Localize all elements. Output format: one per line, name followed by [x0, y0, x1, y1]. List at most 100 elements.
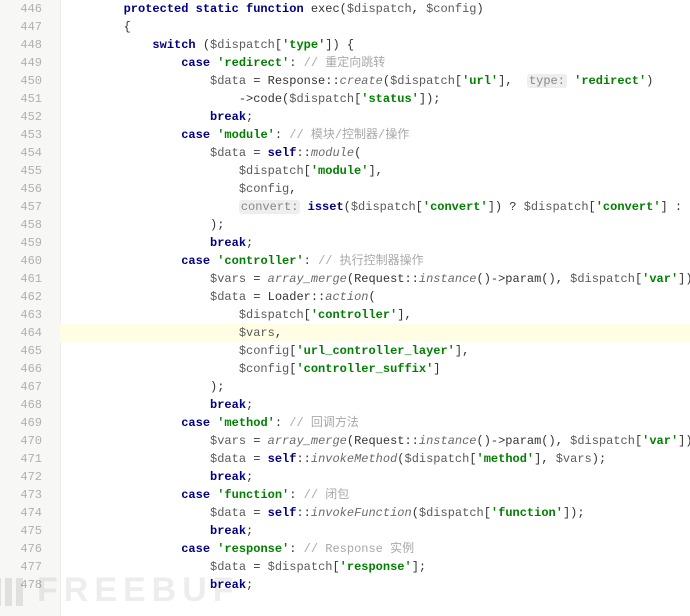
token-var: $data — [210, 146, 246, 160]
code-line[interactable]: break; — [60, 396, 690, 414]
token-cm: // 模块/控制器/操作 — [289, 128, 409, 142]
code-line[interactable]: switch ($dispatch['type']) { — [60, 36, 690, 54]
code-line[interactable]: convert: isset($dispatch['convert']) ? $… — [60, 198, 690, 216]
token-var: $data — [210, 74, 246, 88]
code-area[interactable]: protected static function exec($dispatch… — [60, 0, 690, 616]
token-var: $vars — [239, 326, 275, 340]
token-pl: ->code( — [239, 92, 289, 106]
token-kw: case — [181, 416, 217, 430]
code-line[interactable]: $config, — [60, 180, 690, 198]
code-line[interactable]: $dispatch['module'], — [60, 162, 690, 180]
code-line[interactable]: case 'function': // 闭包 — [60, 486, 690, 504]
token-kw: break — [210, 578, 246, 592]
code-line[interactable]: $data = self::invokeFunction($dispatch['… — [60, 504, 690, 522]
code-line[interactable]: ->code($dispatch['status']); — [60, 90, 690, 108]
token-fn-i: instance — [419, 272, 477, 286]
token-pl: ], — [397, 308, 411, 322]
line-number: 457 — [0, 198, 60, 216]
token-pl: ) — [477, 2, 484, 16]
token-pl: [ — [275, 38, 282, 52]
token-str: 'function' — [491, 506, 563, 520]
token-pl: : — [289, 56, 303, 70]
token-var: $config — [239, 362, 289, 376]
token-var: $dispatch — [524, 200, 589, 214]
token-pl: : — [304, 254, 318, 268]
token-str: 'type' — [282, 38, 325, 52]
token-var: $data — [210, 290, 246, 304]
line-number: 456 — [0, 180, 60, 198]
code-line[interactable]: ); — [60, 216, 690, 234]
code-line[interactable]: $data = Response::create($dispatch['url'… — [60, 72, 690, 90]
token-pl: ]) ? — [488, 200, 524, 214]
token-str: 'status' — [361, 92, 419, 106]
code-line[interactable]: $vars, — [60, 324, 690, 342]
token-str: 'method' — [477, 452, 535, 466]
code-line[interactable]: { — [60, 18, 690, 36]
token-kw: break — [210, 110, 246, 124]
line-number: 452 — [0, 108, 60, 126]
token-pl: = — [246, 434, 268, 448]
token-kw: self — [268, 146, 297, 160]
token-pl: = — [246, 146, 268, 160]
code-line[interactable]: case 'method': // 回调方法 — [60, 414, 690, 432]
code-line[interactable]: break; — [60, 468, 690, 486]
code-line[interactable]: ); — [60, 378, 690, 396]
token-kw: self — [268, 452, 297, 466]
code-line[interactable]: case 'redirect': // 重定向跳转 — [60, 54, 690, 72]
token-pl: { — [124, 20, 131, 34]
token-pl: , — [275, 326, 282, 340]
token-pl: ]) { — [325, 38, 354, 52]
token-pl: ( — [340, 2, 347, 16]
code-line[interactable]: $dispatch['controller'], — [60, 306, 690, 324]
token-var: $vars — [556, 452, 592, 466]
code-line[interactable]: $data = $dispatch['response']; — [60, 558, 690, 576]
code-line[interactable]: break; — [60, 108, 690, 126]
token-pl: ); — [592, 452, 606, 466]
code-editor[interactable]: 4464474484494504514524534544554564574584… — [0, 0, 690, 616]
code-line[interactable]: $config['url_controller_layer'], — [60, 342, 690, 360]
token-pl: exec — [311, 2, 340, 16]
token-var: $dispatch — [570, 272, 635, 286]
code-line[interactable]: $vars = array_merge(Request::instance()-… — [60, 432, 690, 450]
code-line[interactable]: $data = self::invokeMethod($dispatch['me… — [60, 450, 690, 468]
token-fn-i: array_merge — [268, 434, 347, 448]
line-number: 468 — [0, 396, 60, 414]
token-str: 'response' — [217, 542, 289, 556]
code-line[interactable]: break; — [60, 522, 690, 540]
token-cm: // 闭包 — [304, 488, 350, 502]
line-number: 462 — [0, 288, 60, 306]
line-number: 472 — [0, 468, 60, 486]
code-line[interactable]: $data = self::module( — [60, 144, 690, 162]
token-str: 'var' — [642, 272, 678, 286]
token-var: $vars — [210, 434, 246, 448]
token-pl: : — [289, 542, 303, 556]
token-pl: = — [246, 452, 268, 466]
code-line[interactable]: $vars = array_merge(Request::instance()-… — [60, 270, 690, 288]
code-line[interactable]: case 'controller': // 执行控制器操作 — [60, 252, 690, 270]
token-pl: ( — [383, 74, 390, 88]
code-line[interactable]: break; — [60, 234, 690, 252]
line-number: 449 — [0, 54, 60, 72]
line-number: 448 — [0, 36, 60, 54]
code-line[interactable]: break; — [60, 576, 690, 594]
code-line[interactable]: $config['controller_suffix'] — [60, 360, 690, 378]
line-number: 446 — [0, 0, 60, 18]
token-var: $config — [239, 182, 289, 196]
token-pl: ]; — [412, 560, 426, 574]
token-str: 'controller' — [217, 254, 303, 268]
line-number: 454 — [0, 144, 60, 162]
token-pl: [ — [469, 452, 476, 466]
token-pl: ()->param(), — [477, 434, 571, 448]
line-number: 478 — [0, 576, 60, 594]
code-line[interactable]: case 'response': // Response 实例 — [60, 540, 690, 558]
token-pl: ; — [246, 110, 253, 124]
line-number: 465 — [0, 342, 60, 360]
token-pl: ], — [498, 74, 527, 88]
code-line[interactable]: protected static function exec($dispatch… — [60, 0, 690, 18]
token-pl: ( — [344, 200, 351, 214]
token-pl: ]); — [678, 434, 690, 448]
token-pl: ], — [455, 344, 469, 358]
token-pl: ]); — [419, 92, 441, 106]
code-line[interactable]: $data = Loader::action( — [60, 288, 690, 306]
code-line[interactable]: case 'module': // 模块/控制器/操作 — [60, 126, 690, 144]
